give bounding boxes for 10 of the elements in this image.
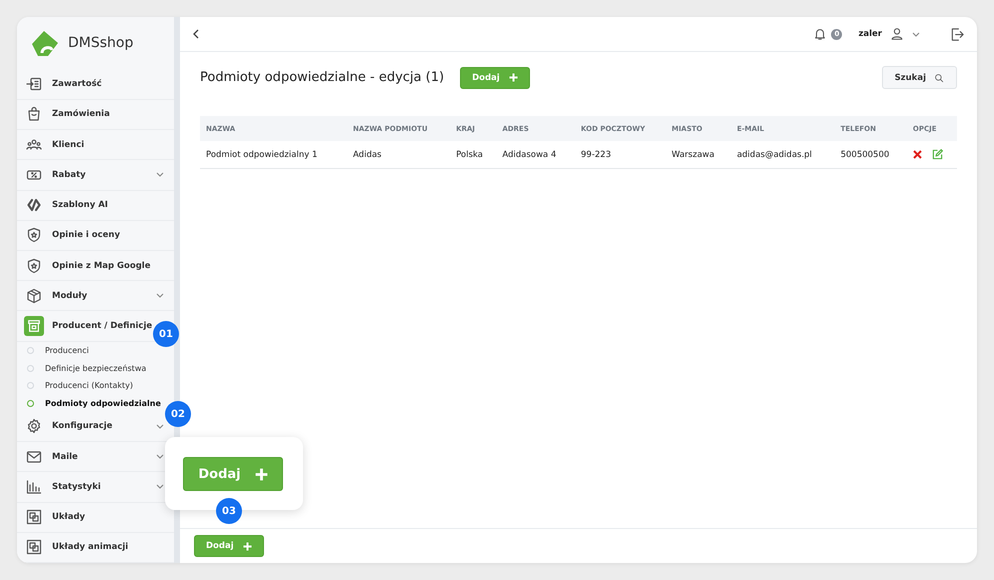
table-cell: Adidas	[347, 141, 450, 168]
logo-text: DMSshop	[68, 35, 134, 52]
table-cell: Podmiot odpowiedzialny 1	[200, 141, 348, 168]
page-title: Podmioty odpowiedzialne - edycja (1)	[200, 70, 444, 85]
table-cell: 500500500	[834, 141, 907, 168]
table-cell: Polska	[450, 141, 496, 168]
table-cell: 99-223	[574, 141, 666, 168]
table-cell: Warszawa	[666, 141, 731, 168]
table-cell: Adidasowa 4	[496, 141, 575, 168]
table-cell: adidas@adidas.pl	[730, 141, 835, 168]
